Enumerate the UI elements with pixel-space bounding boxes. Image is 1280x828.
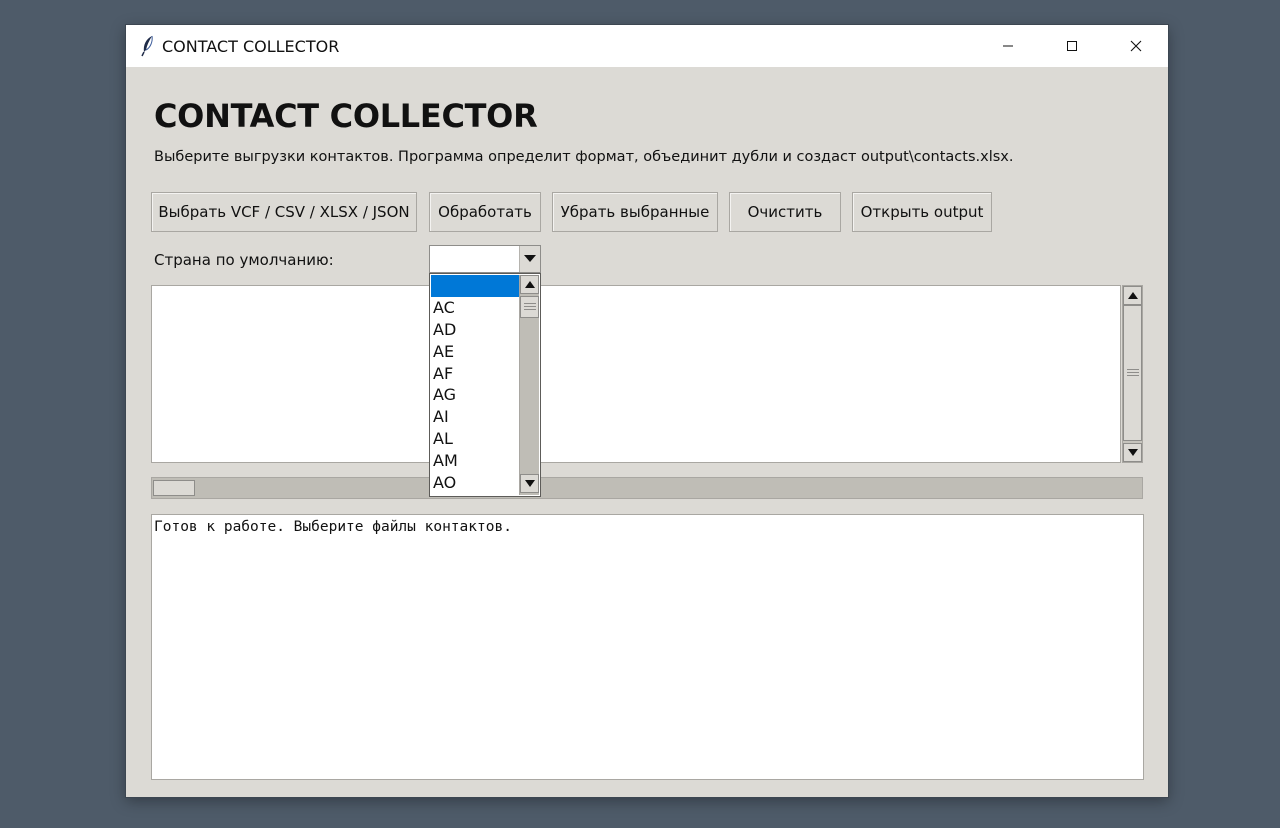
horizontal-scroll-thumb[interactable] [153,480,195,496]
scroll-up-button[interactable] [1123,286,1142,305]
clear-button[interactable]: Очистить [729,192,841,232]
arrow-up-icon [1127,292,1138,299]
dropdown-options: AC AD AE AF AG AI AL AM AO [431,275,519,494]
country-dropdown-list[interactable]: AC AD AE AF AG AI AL AM AO [429,273,541,497]
files-vertical-scrollbar[interactable] [1122,285,1143,463]
dropdown-scroll-down-button[interactable] [520,474,539,493]
maximize-button[interactable] [1040,25,1104,67]
select-files-button[interactable]: Выбрать VCF / CSV / XLSX / JSON [151,192,417,232]
remove-selected-button[interactable]: Убрать выбранные [552,192,718,232]
dropdown-scroll-up-button[interactable] [520,275,539,294]
country-option[interactable]: AO [431,472,519,494]
vertical-scroll-thumb[interactable] [1123,305,1142,441]
dropdown-scrollbar[interactable] [519,275,539,495]
arrow-down-icon [524,480,535,487]
country-option[interactable]: AE [431,341,519,363]
log-textbox[interactable]: Готов к работе. Выберите файлы контактов… [151,514,1144,780]
country-option[interactable]: AC [431,297,519,319]
minimize-button[interactable] [976,25,1040,67]
default-country-combobox[interactable] [429,245,541,273]
country-option[interactable]: AI [431,406,519,428]
country-option[interactable]: AD [431,319,519,341]
grip-icon [1126,369,1139,377]
maximize-icon [1067,41,1077,51]
scroll-down-button[interactable] [1123,443,1142,462]
chevron-down-icon [524,255,536,262]
country-option[interactable]: AL [431,428,519,450]
country-option[interactable]: AF [431,363,519,385]
close-icon [1130,40,1142,52]
combobox-arrow-button[interactable] [519,246,540,272]
page-title: CONTACT COLLECTOR [154,97,538,135]
minimize-icon [1003,45,1013,47]
country-option[interactable] [431,275,519,297]
country-option[interactable]: AM [431,450,519,472]
instructions-text: Выберите выгрузки контактов. Программа о… [154,149,1014,165]
arrow-up-icon [524,281,535,288]
title-bar[interactable]: CONTACT COLLECTOR [126,25,1168,67]
app-window: CONTACT COLLECTOR CONTACT COLLECTOR Выбе… [126,25,1168,797]
default-country-label: Страна по умолчанию: [154,251,334,269]
files-horizontal-scrollbar[interactable] [151,477,1143,499]
dropdown-scroll-thumb[interactable] [520,296,539,318]
window-title: CONTACT COLLECTOR [162,36,340,56]
open-output-button[interactable]: Открыть output [852,192,992,232]
close-button[interactable] [1104,25,1168,67]
process-button[interactable]: Обработать [429,192,541,232]
country-option[interactable]: AG [431,384,519,406]
arrow-down-icon [1127,449,1138,456]
files-listbox[interactable] [151,285,1121,463]
feather-icon [141,35,153,57]
grip-icon [523,303,536,311]
